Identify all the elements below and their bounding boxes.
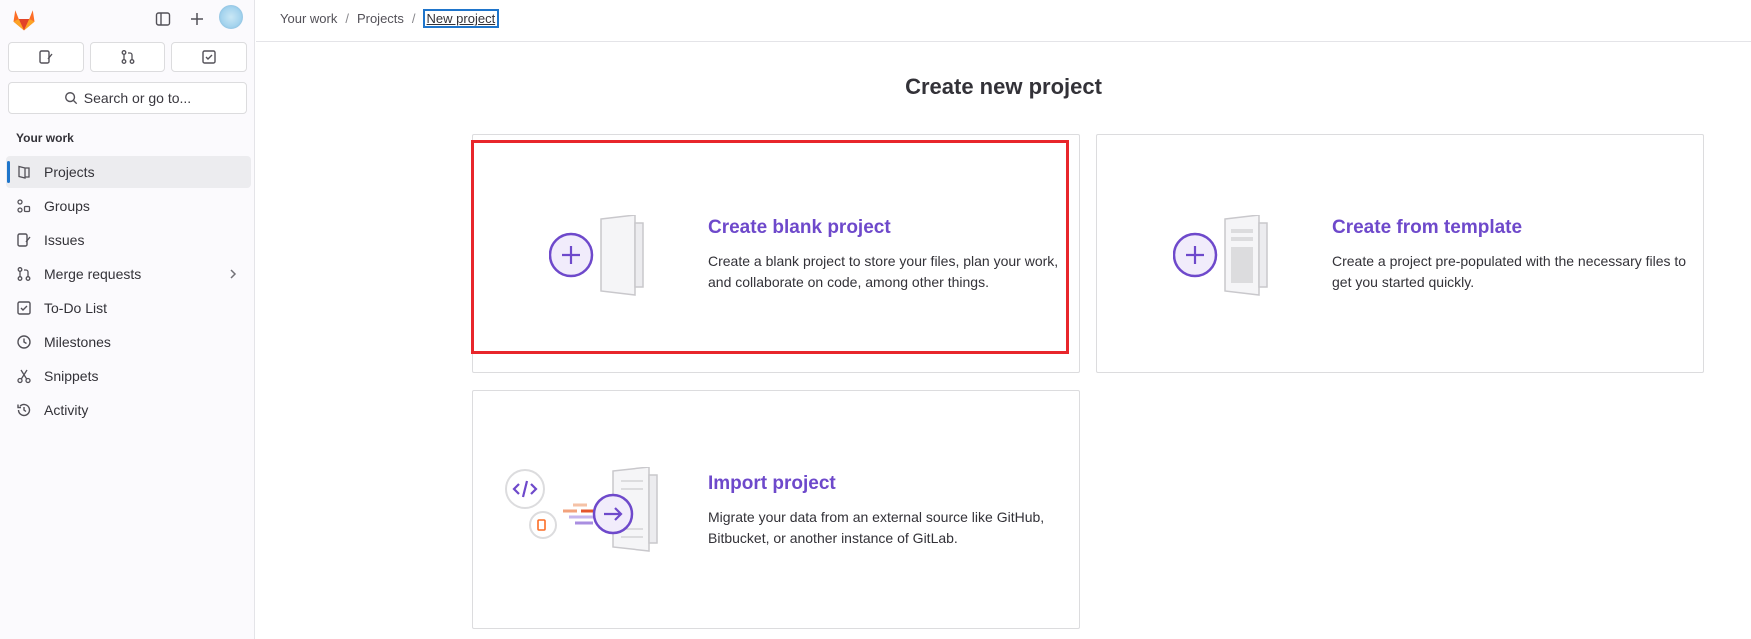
plus-icon[interactable]: [183, 6, 211, 32]
project-icon: [16, 164, 32, 180]
issues-shortcut-button[interactable]: [8, 42, 84, 72]
sidebar-item-label: Projects: [44, 164, 95, 180]
group-icon: [16, 198, 32, 214]
breadcrumb-separator: /: [345, 11, 349, 26]
sidebar-item-label: Milestones: [44, 334, 111, 350]
sidebar-item-label: Activity: [44, 402, 89, 418]
search-button[interactable]: Search or go to...: [8, 82, 247, 114]
page-title: Create new project: [905, 74, 1102, 99]
todo-shortcut-button[interactable]: [171, 42, 248, 72]
search-label: Search or go to...: [83, 90, 192, 106]
clock-icon: [16, 334, 32, 350]
snippet-icon: [16, 368, 32, 384]
import-project-illustration-icon: [503, 466, 673, 557]
sidebar-item-label: Issues: [44, 232, 85, 248]
sidebar-item-milestones[interactable]: Milestones: [6, 326, 251, 358]
issues-icon: [16, 232, 32, 248]
merge-request-icon: [16, 266, 32, 282]
sidebar-item-label: Merge requests: [44, 266, 142, 282]
sidebar-item-projects[interactable]: Projects: [6, 156, 251, 188]
sidebar-item-todo-list[interactable]: To-Do List: [6, 292, 251, 324]
sidebar-item-issues[interactable]: Issues: [6, 224, 251, 256]
sidebar-item-label: To-Do List: [44, 300, 108, 316]
sidebar-item-groups[interactable]: Groups: [6, 190, 251, 222]
todo-icon: [202, 50, 216, 64]
quick-actions: [8, 42, 248, 74]
card-description: Create a blank project to store your fil…: [708, 253, 1059, 290]
card-title[interactable]: Import project: [708, 473, 836, 495]
breadcrumb-projects[interactable]: Projects: [357, 11, 404, 26]
card-description: Migrate your data from an external sourc…: [708, 509, 1045, 546]
search-icon: [64, 92, 77, 105]
breadcrumb-your-work[interactable]: Your work: [280, 11, 337, 26]
avatar[interactable]: [219, 5, 243, 29]
gitlab-logo-icon[interactable]: [10, 5, 38, 33]
sidebar-top-row: [0, 0, 255, 38]
sidebar-item-label: Groups: [44, 198, 90, 214]
merge-request-icon: [121, 50, 134, 64]
top-bar: Your work / Projects / New project: [256, 0, 1751, 42]
sidebar-nav: Projects Groups Issues Merge requests To…: [6, 156, 251, 428]
merge-requests-shortcut-button[interactable]: [89, 42, 166, 72]
card-title[interactable]: Create blank project: [708, 217, 891, 239]
create-from-template-card[interactable]: Create from template Create a project pr…: [1096, 134, 1704, 373]
todo-icon: [16, 300, 32, 316]
blank-project-illustration-icon: [548, 214, 659, 299]
issues-icon: [39, 50, 53, 64]
sidebar-item-snippets[interactable]: Snippets: [6, 360, 251, 392]
breadcrumb-new-project[interactable]: New project: [422, 9, 500, 28]
import-project-card[interactable]: Import project Migrate your data from an…: [472, 390, 1080, 629]
card-description: Create a project pre-populated with the …: [1332, 253, 1687, 290]
sidebar-item-activity[interactable]: Activity: [6, 394, 251, 426]
section-title: Your work: [16, 131, 74, 145]
breadcrumb: Your work / Projects / New project: [280, 9, 500, 28]
create-blank-project-card[interactable]: Create blank project Create a blank proj…: [472, 134, 1080, 373]
sidebar-item-label: Snippets: [44, 368, 99, 384]
sidebar-toggle-icon[interactable]: [149, 6, 177, 32]
sidebar: Search or go to... Your work Projects Gr…: [0, 0, 255, 639]
chevron-right-icon[interactable]: [227, 267, 239, 283]
card-title[interactable]: Create from template: [1332, 217, 1522, 239]
sidebar-item-merge-requests[interactable]: Merge requests: [6, 258, 251, 290]
template-project-illustration-icon: [1172, 214, 1283, 299]
history-icon: [16, 402, 32, 418]
breadcrumb-separator: /: [411, 11, 416, 26]
